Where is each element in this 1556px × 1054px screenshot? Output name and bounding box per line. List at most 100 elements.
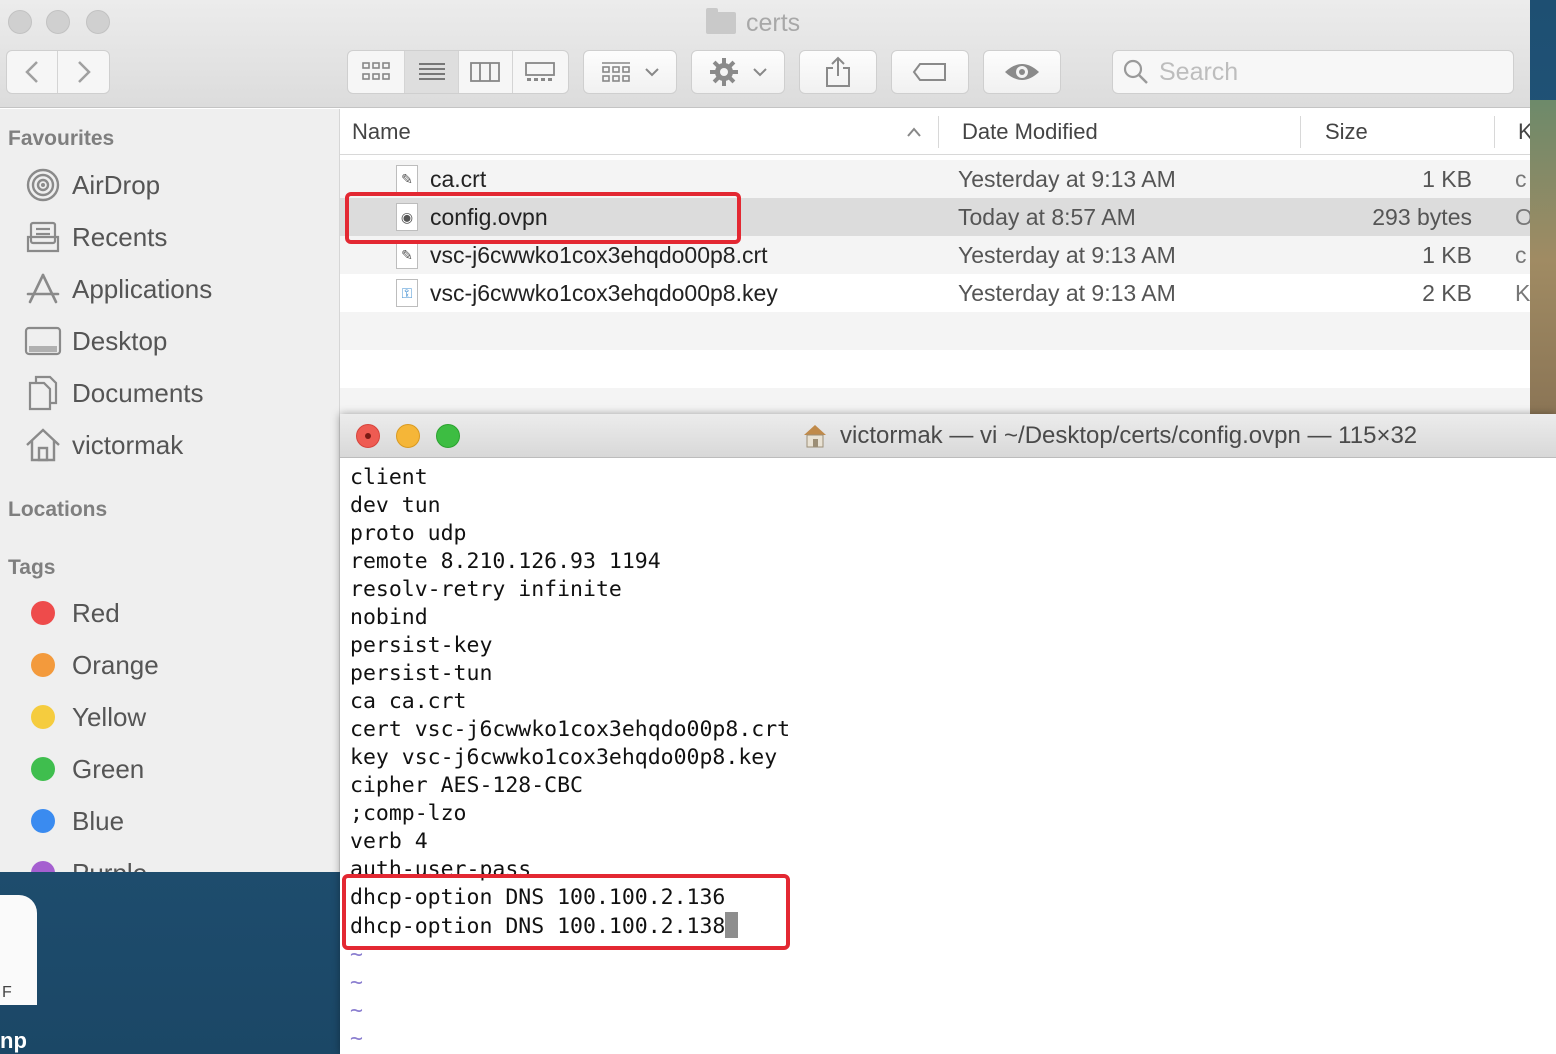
- quick-look-button[interactable]: [983, 50, 1061, 94]
- terminal-title-text: victormak — vi ~/Desktop/certs/config.ov…: [840, 422, 1418, 449]
- locations-heading: Locations: [8, 498, 108, 521]
- finder-title: certs: [706, 8, 800, 38]
- sidebar-tag-blue[interactable]: Blue: [24, 801, 124, 841]
- key-file-icon: ⚿: [396, 279, 418, 307]
- chevron-right-icon: [77, 61, 91, 83]
- sidebar-tag-purple[interactable]: Purple: [24, 853, 147, 872]
- empty-line-tilde: ~: [350, 998, 363, 1023]
- sidebar-item-desktop[interactable]: Desktop: [24, 321, 167, 361]
- sort-ascending-icon: [907, 127, 921, 137]
- finder-minimize-button[interactable]: [46, 10, 70, 34]
- action-button[interactable]: [691, 50, 785, 94]
- list-icon: [418, 63, 445, 80]
- column-divider[interactable]: [1494, 116, 1495, 148]
- applications-icon: [24, 271, 62, 307]
- terminal-minimize-button[interactable]: [396, 424, 420, 448]
- file-kind: c: [1515, 241, 1527, 268]
- finder-zoom-button[interactable]: [86, 10, 110, 34]
- search-field[interactable]: [1112, 50, 1514, 94]
- file-name-cell: ⚿ vsc-j6cwwko1cox3ehqdo00p8.key: [396, 274, 778, 312]
- sidebar-tag-orange[interactable]: Orange: [24, 645, 159, 685]
- forward-button[interactable]: [58, 51, 109, 93]
- icon-view-button[interactable]: [348, 51, 406, 93]
- file-date: Yesterday at 9:13 AM: [958, 165, 1176, 192]
- empty-line-tilde: ~: [350, 1026, 363, 1051]
- file-size: 1 KB: [1422, 165, 1472, 192]
- sidebar-item-label: Desktop: [72, 325, 168, 356]
- highlight-box-config-file: [345, 192, 741, 244]
- column-divider[interactable]: [938, 116, 939, 148]
- list-view-button[interactable]: [405, 51, 459, 93]
- column-header-size[interactable]: Size: [1325, 109, 1368, 155]
- column-header-kind[interactable]: K: [1518, 109, 1530, 155]
- sidebar-tag-red[interactable]: Red: [24, 593, 120, 633]
- sidebar-tag-yellow[interactable]: Yellow: [24, 697, 146, 737]
- terminal-title: victormak — vi ~/Desktop/certs/config.ov…: [802, 414, 1417, 458]
- certificate-file-icon: ✎: [396, 165, 418, 193]
- view-mode-control: [347, 50, 569, 94]
- back-button[interactable]: [7, 51, 59, 93]
- terminal-line: verb 4: [350, 829, 428, 854]
- column-header-name[interactable]: Name: [352, 109, 411, 155]
- column-header-date-modified[interactable]: Date Modified: [962, 109, 1098, 155]
- file-name: vsc-j6cwwko1cox3ehqdo00p8.crt: [430, 241, 768, 268]
- home-icon: [24, 427, 62, 463]
- terminal-line: dev tun: [350, 493, 441, 518]
- terminal-line: proto udp: [350, 521, 467, 546]
- group-by-button[interactable]: [583, 50, 677, 94]
- sidebar-item-home[interactable]: victormak: [24, 425, 183, 465]
- sidebar-item-recents[interactable]: Recents: [24, 217, 167, 257]
- terminal-window: victormak — vi ~/Desktop/certs/config.ov…: [340, 414, 1556, 1054]
- tag-dot-icon: [31, 861, 55, 872]
- finder-sidebar: Favourites AirDrop Recents Applications …: [0, 109, 340, 872]
- terminal-line: persist-key: [350, 633, 493, 658]
- file-kind: O: [1515, 203, 1530, 230]
- sidebar-item-documents[interactable]: Documents: [24, 373, 204, 413]
- share-button[interactable]: [799, 50, 877, 94]
- column-view-button[interactable]: [459, 51, 513, 93]
- recents-icon: [24, 219, 62, 255]
- sidebar-item-label: Yellow: [72, 701, 147, 732]
- terminal-line: ca ca.crt: [350, 689, 467, 714]
- file-date: Today at 8:57 AM: [958, 203, 1136, 230]
- sidebar-item-airdrop[interactable]: AirDrop: [24, 165, 160, 205]
- sidebar-item-applications[interactable]: Applications: [24, 269, 212, 309]
- terminal-text-area[interactable]: client dev tun proto udp remote 8.210.126.9…: [350, 464, 1550, 1053]
- sidebar-item-label: Purple: [72, 858, 147, 873]
- tag-dot-icon: [31, 757, 55, 781]
- terminal-close-button[interactable]: [356, 424, 380, 448]
- gallery-view-button[interactable]: [513, 51, 568, 93]
- terminal-line: resolv-retry infinite: [350, 577, 622, 602]
- column-divider[interactable]: [1300, 116, 1301, 148]
- file-kind: c: [1515, 165, 1527, 192]
- finder-close-button[interactable]: [8, 10, 32, 34]
- terminal-line: cipher AES-128-CBC: [350, 773, 583, 798]
- desktop-file-label[interactable]: np: [0, 1028, 27, 1054]
- documents-icon: [24, 375, 62, 411]
- terminal-line: nobind: [350, 605, 428, 630]
- empty-line-tilde: ~: [350, 970, 363, 995]
- columns-icon: [470, 62, 501, 82]
- tag-dot-icon: [31, 705, 55, 729]
- file-row[interactable]: ⚿ vsc-j6cwwko1cox3ehqdo00p8.key Yesterda…: [340, 274, 1530, 312]
- search-input[interactable]: [1159, 57, 1499, 87]
- sidebar-item-label: Applications: [72, 273, 213, 304]
- sidebar-tag-green[interactable]: Green: [24, 749, 144, 789]
- terminal-zoom-button[interactable]: [436, 424, 460, 448]
- empty-row: [340, 312, 1530, 350]
- gallery-icon: [525, 62, 556, 81]
- file-list: Name Date Modified Size K ✎ ca.crt Yeste…: [340, 109, 1530, 414]
- column-header: Name Date Modified Size K: [340, 109, 1530, 155]
- file-date: Yesterday at 9:13 AM: [958, 241, 1176, 268]
- file-date: Yesterday at 9:13 AM: [958, 279, 1176, 306]
- edit-tags-button[interactable]: [891, 50, 969, 94]
- tag-icon: [912, 63, 946, 81]
- desktop-file-letter: F: [2, 984, 12, 1001]
- chevron-left-icon: [25, 61, 38, 83]
- sidebar-item-label: AirDrop: [72, 169, 161, 200]
- sidebar-item-label: Green: [72, 753, 145, 784]
- finder-toolbar: certs: [0, 0, 1530, 108]
- file-kind: K: [1515, 279, 1530, 306]
- terminal-line: key vsc-j6cwwko1cox3ehqdo00p8.key: [350, 745, 778, 770]
- desktop-wallpaper-rock: [1528, 100, 1556, 420]
